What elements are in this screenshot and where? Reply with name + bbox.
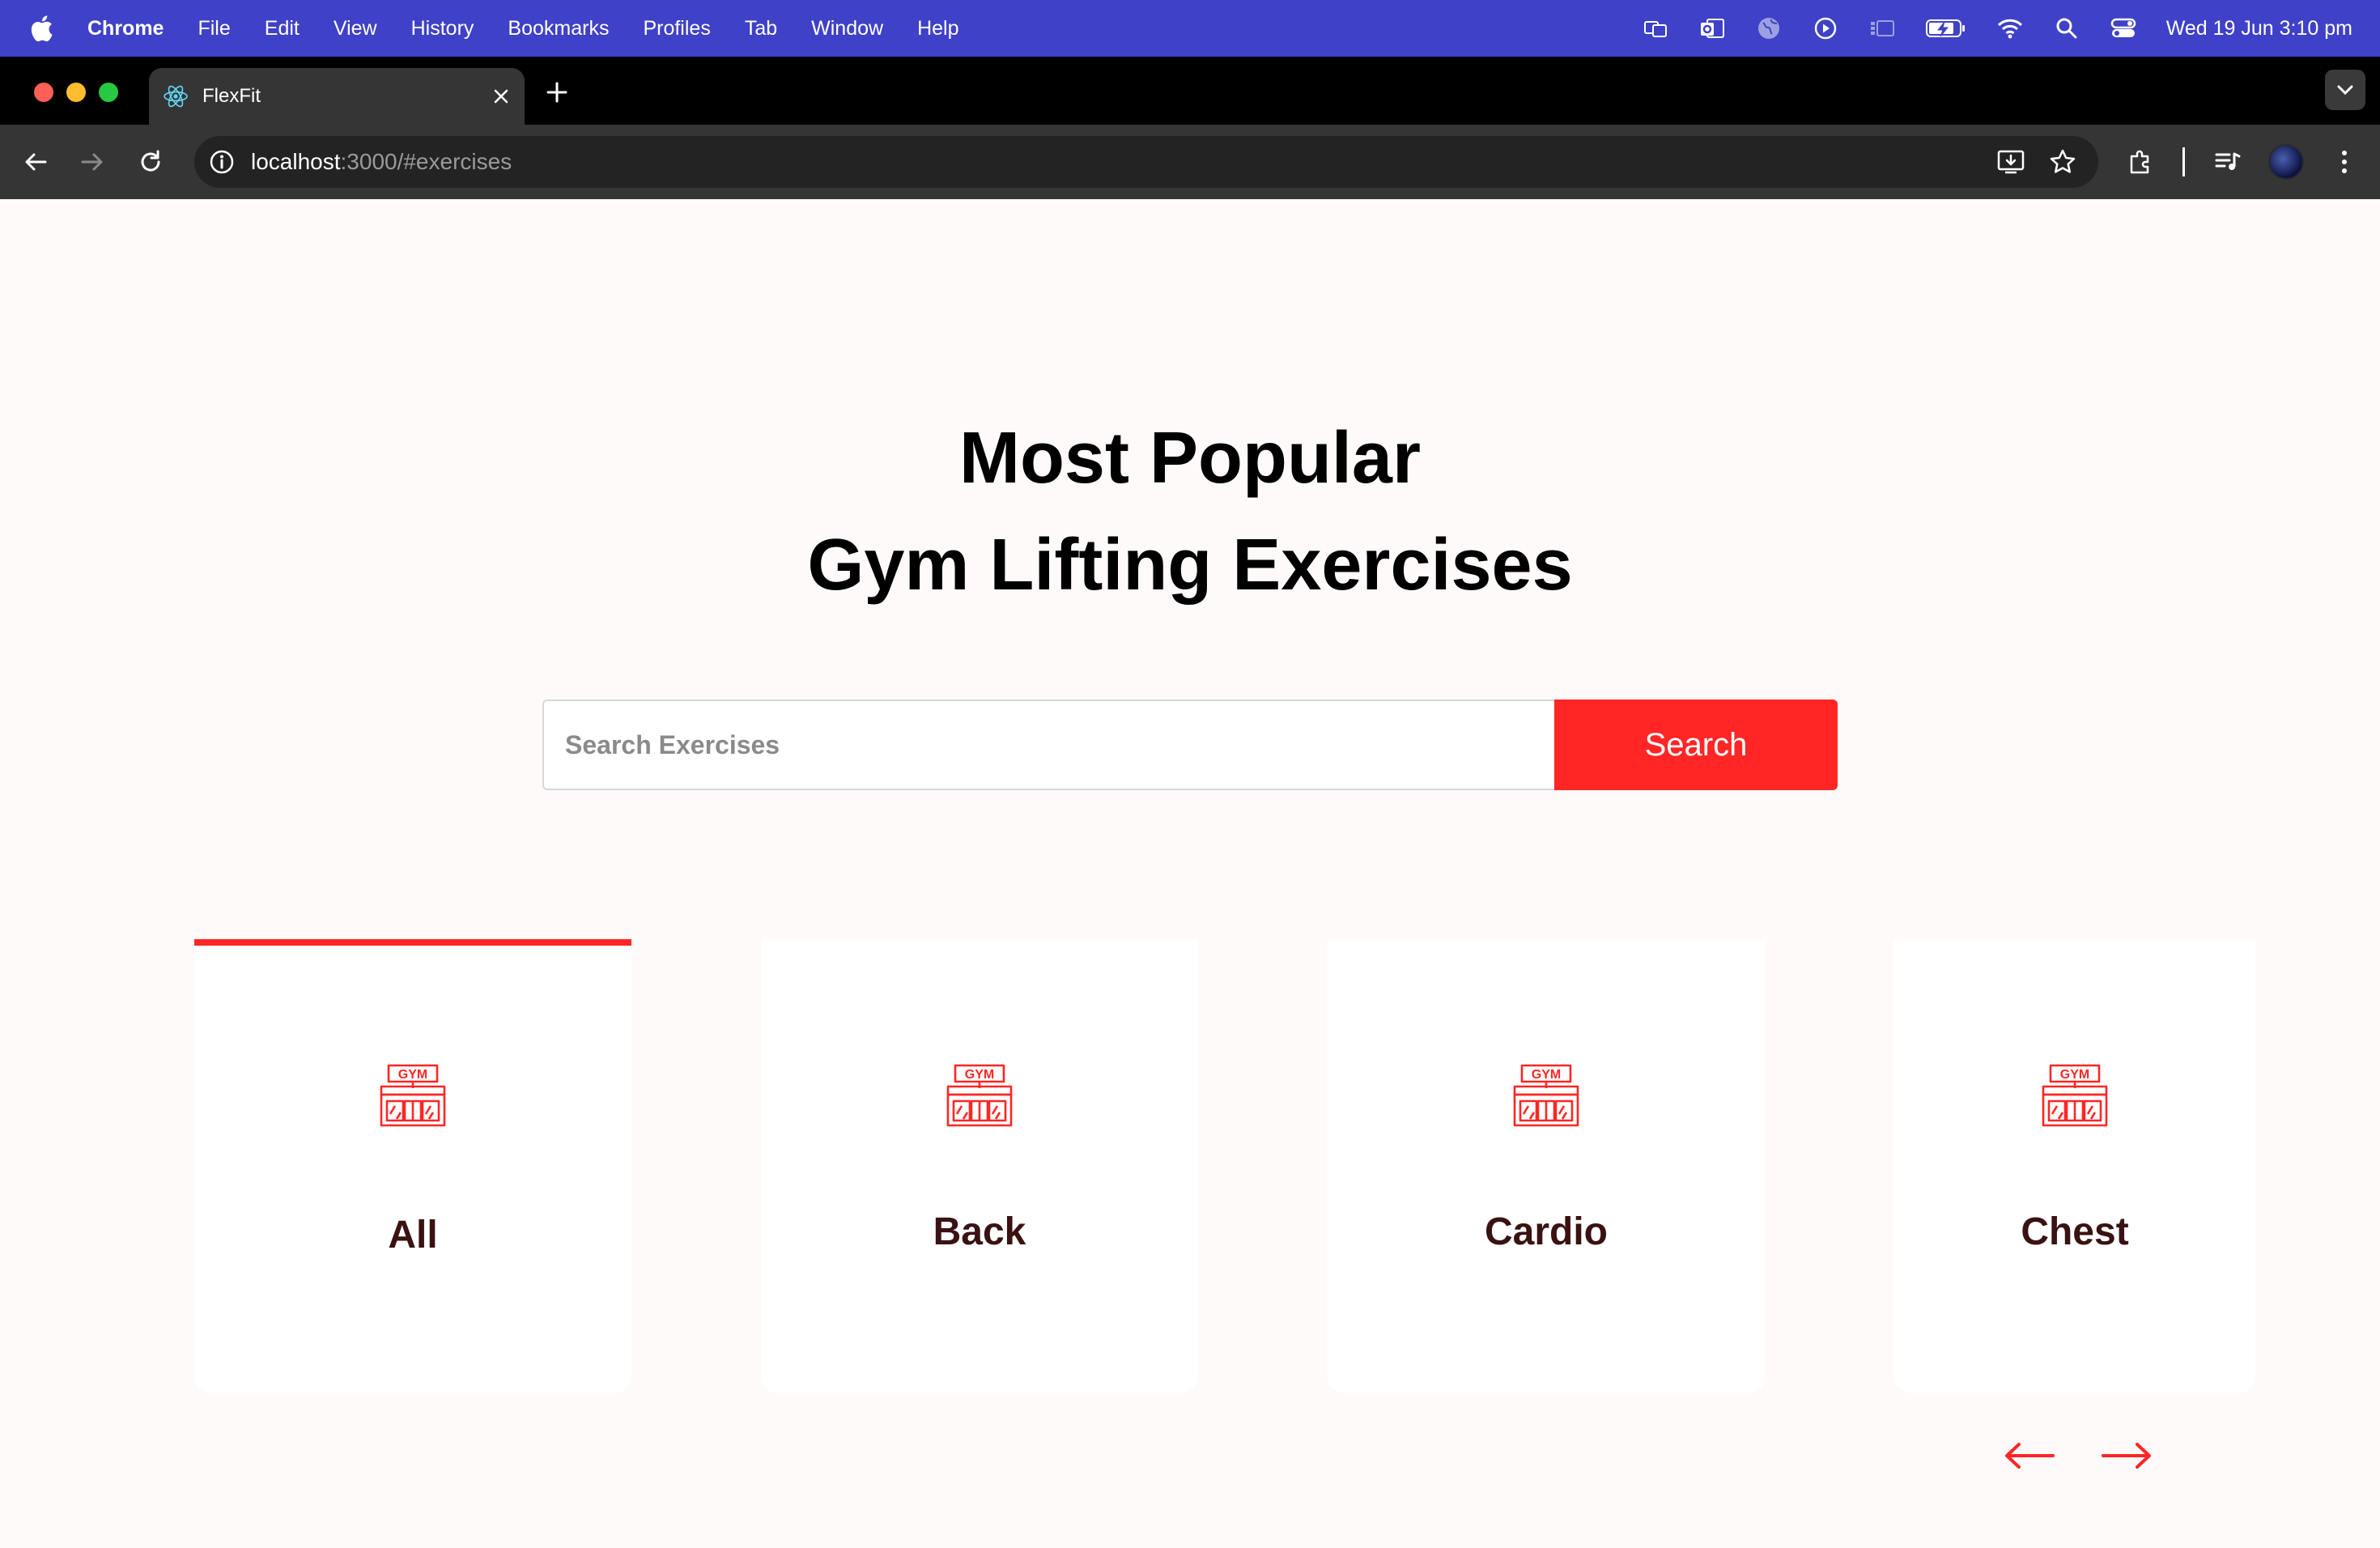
maximize-window-button[interactable]: [99, 83, 118, 102]
url-text[interactable]: localhost:3000/#exercises: [251, 149, 512, 175]
gym-icon: GYM: [946, 1064, 1013, 1127]
menu-clock[interactable]: Wed 19 Jun 3:10 pm: [2166, 17, 2352, 40]
category-label: Back: [933, 1210, 1026, 1253]
search-input[interactable]: [542, 700, 1554, 790]
omnibox-actions: [1977, 146, 2080, 178]
site-info-icon[interactable]: [207, 147, 236, 176]
browser-toolbar: localhost:3000/#exercises: [0, 125, 2380, 199]
search-bar: Search: [542, 700, 1838, 790]
menu-app-name[interactable]: Chrome: [87, 17, 164, 40]
menu-help[interactable]: Help: [917, 17, 958, 40]
page-heading: Most Popular Gym Lifting Exercises: [0, 405, 2380, 619]
category-label: Chest: [2021, 1210, 2129, 1253]
new-tab-icon[interactable]: [541, 76, 573, 108]
gym-icon: GYM: [1513, 1064, 1579, 1127]
tab-title: FlexFit: [202, 85, 261, 107]
control-center-icon[interactable]: [2110, 16, 2137, 40]
svg-text:GYM: GYM: [2060, 1068, 2089, 1082]
category-card-all[interactable]: GYM All: [194, 939, 631, 1393]
browser-tab-strip: FlexFit: [0, 57, 2380, 125]
card-inner: GYM Chest: [1856, 939, 2293, 1254]
globe-icon[interactable]: [1755, 16, 1783, 40]
menu-window[interactable]: Window: [811, 17, 883, 40]
search-button[interactable]: Search: [1554, 700, 1838, 790]
heading-line-2: Gym Lifting Exercises: [807, 525, 1573, 606]
category-label: All: [388, 1214, 438, 1257]
install-app-icon[interactable]: [1993, 146, 2029, 178]
menu-profiles[interactable]: Profiles: [643, 17, 710, 40]
reload-icon[interactable]: [133, 144, 168, 180]
menu-bookmarks[interactable]: Bookmarks: [508, 17, 609, 40]
media-controls-icon[interactable]: [2210, 144, 2246, 180]
react-icon: [162, 83, 189, 110]
bookmark-star-icon[interactable]: [2045, 146, 2080, 178]
url-host: localhost: [251, 149, 341, 174]
minimize-window-button[interactable]: [66, 83, 86, 102]
tab-search-icon[interactable]: [2325, 70, 2365, 110]
wifi-icon[interactable]: [1996, 16, 2024, 40]
address-bar[interactable]: localhost:3000/#exercises: [194, 136, 2098, 188]
svg-text:GYM: GYM: [965, 1068, 994, 1082]
stage-manager-icon[interactable]: [1868, 16, 1896, 40]
back-icon[interactable]: [18, 144, 53, 180]
status-icons: Wed 19 Jun 3:10 pm: [1642, 0, 2352, 57]
gym-icon: GYM: [2042, 1064, 2108, 1127]
category-label: Cardio: [1484, 1210, 1608, 1253]
tab-flexfit[interactable]: FlexFit: [149, 68, 525, 125]
close-tab-icon[interactable]: [489, 84, 513, 108]
page-content: Most Popular Gym Lifting Exercises Searc…: [0, 199, 2380, 1548]
category-card-cardio[interactable]: GYM Cardio: [1328, 939, 1765, 1393]
svg-text:GYM: GYM: [1532, 1068, 1561, 1082]
menu-edit[interactable]: Edit: [265, 17, 300, 40]
extensions-icon[interactable]: [2123, 144, 2158, 180]
scroll-left-arrow-icon[interactable]: [2003, 1433, 2056, 1478]
profile-avatar[interactable]: [2268, 144, 2304, 180]
url-path: :3000/#exercises: [340, 149, 512, 174]
play-circle-icon[interactable]: [1812, 16, 1839, 40]
menu-history[interactable]: History: [411, 17, 474, 40]
gym-icon: GYM: [380, 1064, 446, 1127]
scroll-right-arrow-icon[interactable]: [2100, 1433, 2153, 1478]
menu-view[interactable]: View: [334, 17, 377, 40]
outlook-icon[interactable]: [1698, 16, 1726, 40]
macos-menu-bar: Chrome File Edit View History Bookmarks …: [0, 0, 2380, 57]
translate-icon[interactable]: [1642, 16, 1669, 40]
menu-file[interactable]: File: [198, 17, 230, 40]
close-window-button[interactable]: [34, 83, 53, 102]
spotlight-search-icon[interactable]: [2053, 16, 2080, 40]
heading-line-1: Most Popular: [958, 418, 1421, 499]
category-card-chest[interactable]: GYM Chest: [1894, 939, 2255, 1393]
battery-icon[interactable]: [1925, 16, 1967, 40]
category-card-back[interactable]: GYM Back: [761, 939, 1198, 1393]
svg-text:GYM: GYM: [398, 1068, 427, 1082]
forward-icon[interactable]: [74, 144, 110, 180]
menu-tab[interactable]: Tab: [745, 17, 777, 40]
chrome-menu-icon[interactable]: [2327, 144, 2362, 180]
apple-icon[interactable]: [29, 15, 62, 42]
toolbar-divider: [2182, 147, 2185, 176]
